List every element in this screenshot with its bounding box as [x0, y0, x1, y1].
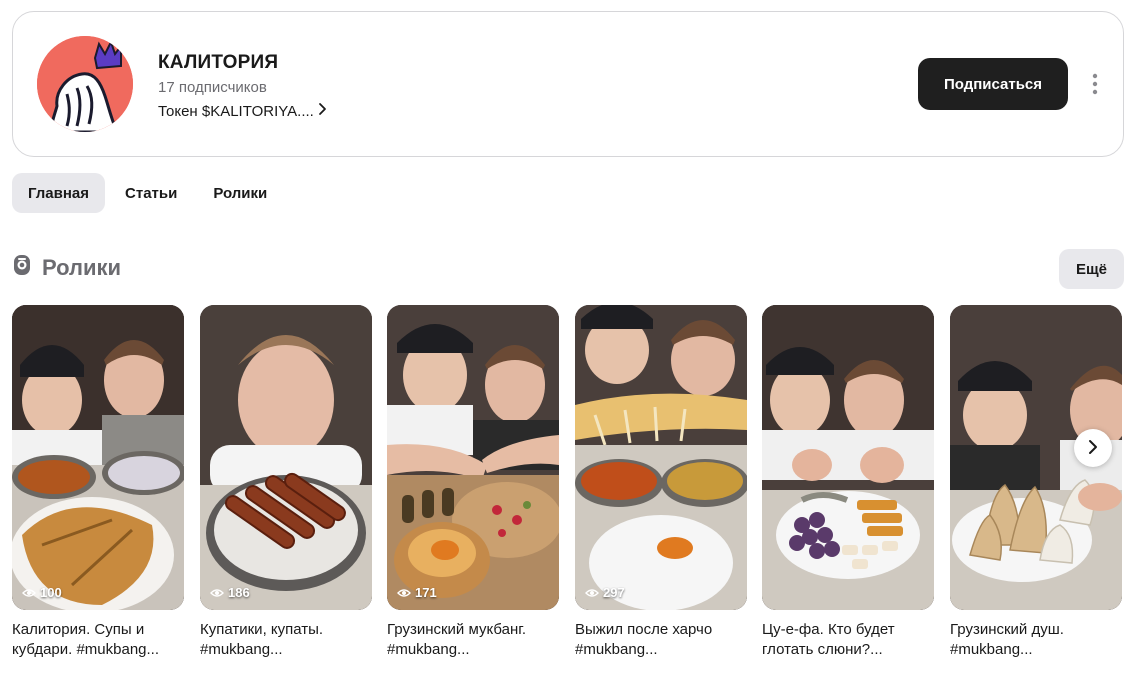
video-thumbnail[interactable]: 297	[575, 305, 747, 610]
eye-icon	[22, 588, 36, 598]
video-title[interactable]: Цу-е-фа. Кто будет глотать слюни?...	[762, 620, 934, 660]
video-title-line: Выжил после харчо	[575, 621, 713, 638]
channel-avatar[interactable]	[37, 36, 133, 132]
video-thumbnail[interactable]: 171	[387, 305, 559, 610]
video-title-line: #mukbang...	[950, 641, 1033, 658]
video-title-line: Калитория. Супы и	[12, 621, 145, 638]
section-title: Ролики	[42, 254, 122, 280]
video-title-line: #mukbang...	[575, 641, 658, 658]
video-title-line: Купатики, купаты.	[200, 621, 324, 638]
tab-main[interactable]: Главная	[12, 173, 106, 213]
video-title[interactable]: Грузинский мукбанг. #mukbang...	[387, 620, 559, 660]
chevron-right-icon	[318, 102, 328, 120]
video-card[interactable]: 186 Купатики, купаты. #mukbang...	[200, 305, 372, 660]
shorts-icon	[12, 254, 32, 281]
subscribe-button[interactable]: Подписаться	[918, 58, 1068, 110]
view-count: 297	[585, 585, 625, 600]
tab-shorts[interactable]: Ролики	[197, 173, 283, 213]
shorts-section-header: Ролики	[12, 254, 121, 281]
video-title-line: глотать слюни?...	[762, 641, 883, 658]
subscriber-count: 17 подписчиков	[158, 79, 267, 96]
view-count-value: 171	[415, 585, 437, 600]
token-link-label: Токен $KALITORIYA....	[158, 102, 314, 120]
video-card[interactable]: Грузинский душ. #mukbang...	[950, 305, 1122, 660]
video-title-line: #mukbang...	[387, 641, 470, 658]
video-thumbnail[interactable]: 186	[200, 305, 372, 610]
eye-icon	[210, 588, 224, 598]
video-thumbnail[interactable]: 100	[12, 305, 184, 610]
channel-tabs: Главная Статьи Ролики	[12, 173, 283, 213]
view-count: 171	[397, 585, 437, 600]
view-count: 100	[22, 585, 62, 600]
show-more-button[interactable]: Ещё	[1059, 249, 1124, 289]
view-count: 186	[210, 585, 250, 600]
video-title[interactable]: Выжил после харчо #mukbang...	[575, 620, 747, 660]
view-count-value: 100	[40, 585, 62, 600]
video-title[interactable]: Калитория. Супы и кубдари. #mukbang...	[12, 620, 184, 660]
video-title[interactable]: Грузинский душ. #mukbang...	[950, 620, 1122, 660]
carousel-next-button[interactable]	[1074, 429, 1112, 467]
more-vertical-icon[interactable]	[1083, 72, 1107, 96]
video-title-line: Грузинский мукбанг.	[387, 621, 527, 638]
view-count-value: 297	[603, 585, 625, 600]
video-title-line: #mukbang...	[200, 641, 283, 658]
token-link[interactable]: Токен $KALITORIYA....	[158, 102, 328, 120]
next-arrow-icon	[1088, 439, 1098, 458]
channel-title: КАЛИТОРИЯ	[158, 52, 279, 73]
eye-icon	[585, 588, 599, 598]
video-thumbnail[interactable]	[762, 305, 934, 610]
channel-card: КАЛИТОРИЯ 17 подписчиков Токен $KALITORI…	[12, 11, 1124, 157]
video-card[interactable]: 100 Калитория. Супы и кубдари. #mukbang.…	[12, 305, 184, 660]
eye-icon	[397, 588, 411, 598]
video-title-line: кубдари. #mukbang...	[12, 641, 160, 658]
video-title[interactable]: Купатики, купаты. #mukbang...	[200, 620, 372, 660]
video-card[interactable]: 171 Грузинский мукбанг. #mukbang...	[387, 305, 559, 660]
video-card[interactable]: 297 Выжил после харчо #mukbang...	[575, 305, 747, 660]
video-card[interactable]: Цу-е-фа. Кто будет глотать слюни?...	[762, 305, 934, 660]
video-title-line: Цу-е-фа. Кто будет	[762, 621, 895, 638]
video-title-line: Грузинский душ.	[950, 621, 1064, 638]
tab-articles[interactable]: Статьи	[109, 173, 193, 213]
view-count-value: 186	[228, 585, 250, 600]
